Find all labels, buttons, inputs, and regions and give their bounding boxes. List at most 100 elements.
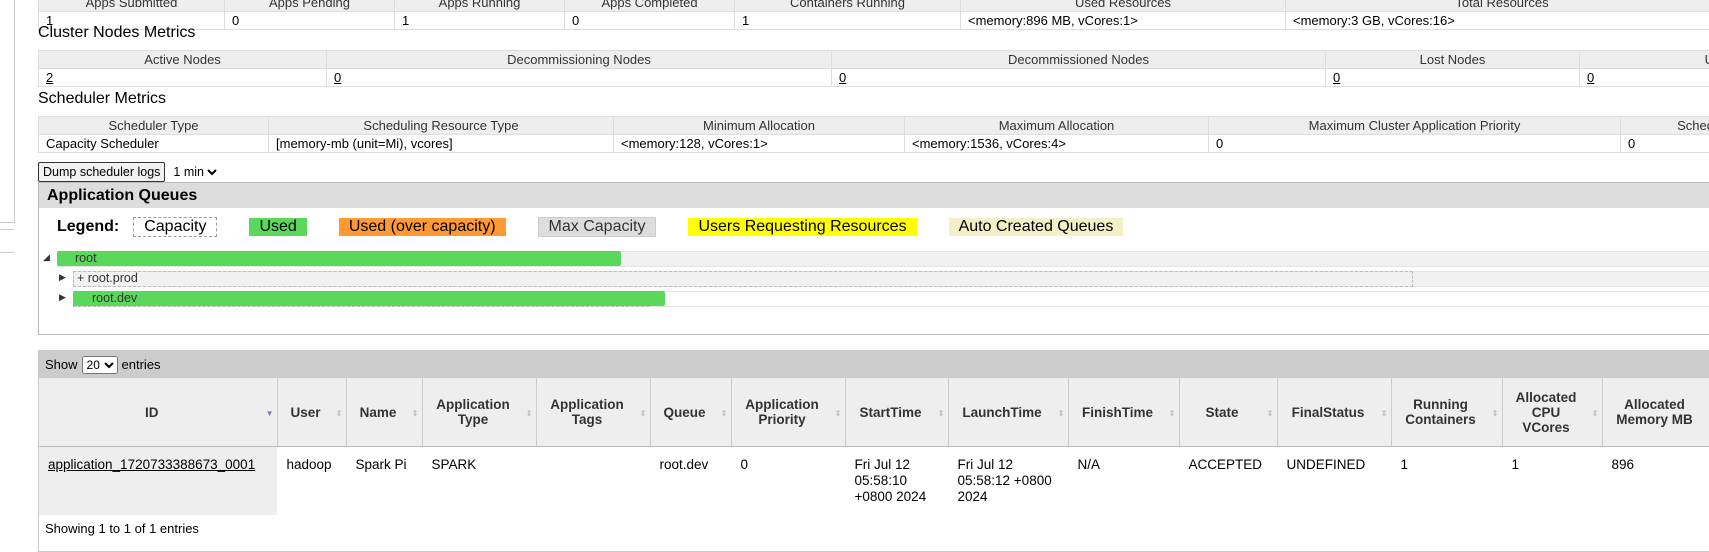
unhealthy-nodes-count[interactable]: 0 [1587,70,1594,85]
col-app-priority-label: Application Priority [745,397,819,427]
cell-app-tags [536,447,650,516]
expand-triangle-icon[interactable]: ▶ [59,272,66,283]
sort-icon[interactable]: ⇕ [1381,406,1388,421]
active-nodes-count[interactable]: 2 [46,70,53,85]
legend-auto-created-queues: Auto Created Queues [949,218,1124,236]
sort-icon[interactable]: ⇕ [721,406,728,421]
table-info-text: Showing 1 to 1 of 1 entries [45,521,199,536]
header-scheduling-resource-type: Scheduling Resource Type [269,117,614,135]
header-scheduler-busy: Sched [1621,117,1709,135]
col-queue-header[interactable]: Queue ⇕ [650,378,731,447]
lost-nodes-count[interactable]: 0 [1333,70,1340,85]
col-allocated-memory-header[interactable]: Allocated Memory MB [1602,378,1709,447]
sort-icon[interactable]: ⇕ [1592,406,1599,421]
cell-final-status: UNDEFINED [1277,447,1391,516]
decommissioned-nodes-link[interactable]: 0 [832,69,1326,87]
header-total-resources: Total Resources [1286,0,1709,12]
application-id-link[interactable]: application_1720733388673_0001 [48,457,255,472]
sort-icon[interactable]: ⇕ [1492,406,1499,421]
cell-start-time: Fri Jul 12 05:58:10 +0800 2024 [845,447,948,516]
expand-triangle-icon[interactable]: ▶ [59,292,66,303]
sort-icon[interactable]: ⇕ [336,406,343,421]
table-row: application_1720733388673_0001 hadoop Sp… [39,447,1709,516]
col-name-label: Name [360,405,397,420]
header-apps-completed: Apps Completed [565,0,735,12]
dump-interval-select[interactable]: 1 min [169,164,220,180]
collapse-triangle-icon[interactable]: ◢ [43,252,50,263]
header-active-nodes: Active Nodes [39,51,327,69]
lost-nodes-link[interactable]: 0 [1326,69,1580,87]
value-apps-pending: 0 [225,12,395,30]
table-header-row: ID▼ User⇕ Name ⇕ Application Type⇕ Applic… [39,378,1709,447]
queue-root-row[interactable]: ◢ root [39,251,1709,265]
header-apps-pending: Apps Pending [225,0,395,12]
application-queues-title: Application Queues [39,183,1709,208]
queue-prod-capacity-bar [73,271,1413,287]
sort-icon[interactable]: ⇕ [1058,406,1065,421]
sort-icon[interactable]: ⇕ [1267,406,1274,421]
legend-max-capacity: Max Capacity [538,217,657,237]
col-final-status-label: FinalStatus [1292,405,1365,420]
applications-table-panel: Show 20 entries ID▼ User⇕ Name ⇕ Applicat… [38,350,1709,552]
col-running-containers-header[interactable]: Running Containers⇕ [1391,378,1502,447]
application-queues-panel: Application Queues Legend: Capacity Used… [38,182,1709,335]
queue-prod-label[interactable]: + root.prod [77,271,138,286]
header-decommissioning-nodes: Decommissioning Nodes [327,51,832,69]
header-containers-running: Containers Running [735,0,961,12]
col-finish-time-header[interactable]: FinishTime ⇕ [1068,378,1179,447]
sort-icon[interactable]: ⇕ [835,406,842,421]
cell-app-priority: 0 [731,447,845,516]
sort-icon[interactable]: ⇕ [938,406,945,421]
decommissioning-nodes-count[interactable]: 0 [334,70,341,85]
queue-prod-row[interactable]: ▶ + root.prod [39,271,1709,285]
col-id-header[interactable]: ID▼ [39,378,277,447]
sort-icon[interactable]: ⇕ [412,406,419,421]
decommissioned-nodes-count[interactable]: 0 [839,70,846,85]
value-max-cluster-app-priority: 0 [1209,135,1621,153]
queue-root-used-bar [57,251,621,266]
unhealthy-nodes-link[interactable]: 0 [1580,69,1709,87]
show-label: Show [45,357,78,372]
entries-length-control: Show 20 entries [39,351,1709,378]
sort-icon[interactable]: ⇕ [640,406,647,421]
sort-desc-icon[interactable]: ▼ [266,406,274,421]
col-app-tags-header[interactable]: Application Tags⇕ [536,378,650,447]
left-sidebar-tab[interactable] [0,229,14,253]
dump-scheduler-logs-button[interactable]: Dump scheduler logs [38,162,165,182]
header-apps-submitted: Apps Submitted [39,0,225,12]
legend-users-requesting: Users Requesting Resources [688,218,916,236]
scheduler-metrics-table: Scheduler Type Scheduling Resource Type … [38,116,1709,153]
header-maximum-allocation: Maximum Allocation [905,117,1209,135]
decommissioning-nodes-link[interactable]: 0 [327,69,832,87]
col-allocated-vcores-header[interactable]: Allocated CPU VCores ⇕ [1502,378,1602,447]
entries-count-select[interactable]: 20 [82,356,118,374]
value-maximum-allocation: <memory:1536, vCores:4> [905,135,1209,153]
sort-icon[interactable]: ⇕ [1169,406,1176,421]
col-state-header[interactable]: State⇕ [1179,378,1277,447]
queue-dev-label[interactable]: root.dev [92,291,137,306]
col-allocated-vcores-label: Allocated CPU VCores [1516,390,1577,435]
queue-root-label[interactable]: root [75,251,97,266]
value-minimum-allocation: <memory:128, vCores:1> [614,135,905,153]
cell-app-id[interactable]: application_1720733388673_0001 [39,447,277,516]
queue-dev-row[interactable]: ▶ root.dev [39,291,1709,305]
cell-finish-time: N/A [1068,447,1179,516]
col-user-header[interactable]: User⇕ [277,378,346,447]
header-used-resources: Used Resources [961,0,1286,12]
cell-name: Spark Pi [346,447,422,516]
queue-dev-used-bar [73,291,665,306]
col-app-priority-header[interactable]: Application Priority ⇕ [731,378,845,447]
col-launch-time-header[interactable]: LaunchTime⇕ [948,378,1068,447]
col-name-header[interactable]: Name ⇕ [346,378,422,447]
col-app-type-header[interactable]: Application Type⇕ [422,378,536,447]
col-start-time-header[interactable]: StartTime⇕ [845,378,948,447]
entries-label: entries [122,357,161,372]
col-final-status-header[interactable]: FinalStatus ⇕ [1277,378,1391,447]
legend-label: Legend: [57,218,119,236]
scheduler-log-controls: Dump scheduler logs 1 min [38,162,220,182]
scheduler-metrics-title: Scheduler Metrics [38,90,166,108]
col-finish-time-label: FinishTime [1082,405,1153,420]
active-nodes-link[interactable]: 2 [39,69,327,87]
sort-icon[interactable]: ⇕ [526,406,533,421]
col-queue-label: Queue [663,405,705,420]
